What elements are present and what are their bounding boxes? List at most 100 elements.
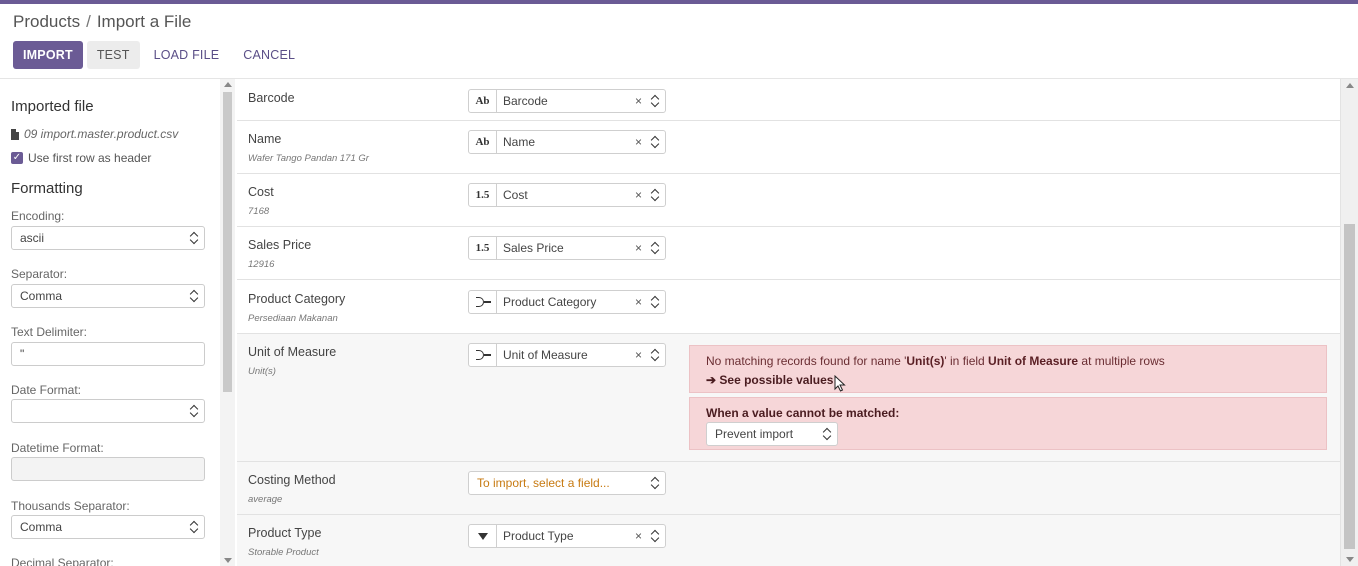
sidebar-scrollbar[interactable] bbox=[220, 79, 235, 566]
mapped-field: Unit of Measure bbox=[503, 348, 588, 362]
field-mapping-select[interactable]: Ab Name × bbox=[468, 130, 666, 154]
field-mapping-select[interactable]: To import, select a field... bbox=[468, 471, 666, 495]
select-arrows-icon bbox=[190, 404, 198, 418]
select-arrows-icon bbox=[190, 520, 198, 534]
alert-text: No matching records found for name ' bbox=[706, 354, 907, 368]
column-sample: average bbox=[248, 494, 283, 505]
alert-message: No matching records found for name 'Unit… bbox=[706, 354, 1165, 368]
relation-icon bbox=[475, 350, 491, 360]
alert-field: Unit of Measure bbox=[988, 354, 1079, 368]
datetime-format-input[interactable] bbox=[11, 457, 205, 481]
text-delimiter-label: Text Delimiter: bbox=[11, 325, 88, 339]
breadcrumb-parent-link[interactable]: Products bbox=[13, 12, 80, 31]
scroll-up-icon[interactable] bbox=[1346, 83, 1354, 88]
column-name: Product Type bbox=[248, 526, 322, 540]
no-match-alert: No matching records found for name 'Unit… bbox=[689, 345, 1327, 393]
mapped-field-placeholder: To import, select a field... bbox=[477, 476, 610, 490]
test-button[interactable]: TEST bbox=[86, 41, 140, 69]
text-delimiter-input[interactable]: " bbox=[11, 342, 205, 366]
clear-icon[interactable]: × bbox=[635, 184, 642, 206]
table-row: Barcode Ab Barcode × bbox=[237, 79, 1340, 121]
separator-select[interactable]: Comma bbox=[11, 284, 205, 308]
see-possible-values-link[interactable]: ➔ See possible values bbox=[706, 373, 833, 387]
column-name: Costing Method bbox=[248, 473, 336, 487]
selection-type-icon bbox=[469, 525, 497, 547]
text-type-icon: Ab bbox=[469, 131, 497, 153]
datetime-format-label: Datetime Format: bbox=[11, 441, 104, 455]
column-name: Name bbox=[248, 132, 282, 146]
relation-type-icon bbox=[469, 291, 497, 313]
clear-icon[interactable]: × bbox=[635, 90, 642, 112]
arrow-right-icon: ➔ bbox=[706, 373, 717, 387]
field-mapping-select[interactable]: 1.5 Sales Price × bbox=[468, 236, 666, 260]
date-format-label: Date Format: bbox=[11, 383, 82, 397]
field-mapping-select[interactable]: Product Category × bbox=[468, 290, 666, 314]
mapped-field: Product Type bbox=[503, 529, 574, 543]
cancel-button[interactable]: CANCEL bbox=[233, 41, 305, 69]
breadcrumb-current: Import a File bbox=[96, 12, 192, 31]
scroll-up-icon[interactable] bbox=[224, 82, 232, 87]
clear-icon[interactable]: × bbox=[635, 131, 642, 153]
select-arrows-icon bbox=[651, 476, 659, 490]
column-sample: Storable Product bbox=[248, 547, 319, 558]
encoding-label: Encoding: bbox=[11, 209, 65, 223]
sidebar-scroll-thumb[interactable] bbox=[223, 92, 232, 392]
import-button[interactable]: IMPORT bbox=[13, 41, 83, 69]
main-scroll-thumb[interactable] bbox=[1344, 224, 1355, 549]
number-type-icon: 1.5 bbox=[469, 184, 497, 206]
column-sample: Persediaan Makanan bbox=[248, 313, 338, 324]
breadcrumb: Products / Import a File bbox=[13, 12, 191, 32]
field-mapping-select[interactable]: Product Type × bbox=[468, 524, 666, 548]
field-mapping-select[interactable]: 1.5 Cost × bbox=[468, 183, 666, 207]
table-row: Name Wafer Tango Pandan 171 Gr Ab Name × bbox=[237, 121, 1340, 174]
alert-text: ' in field bbox=[944, 354, 989, 368]
clear-icon[interactable]: × bbox=[635, 525, 642, 547]
table-row: Cost 7168 1.5 Cost × bbox=[237, 174, 1340, 227]
mapped-field: Name bbox=[503, 135, 536, 149]
unmatched-label: When a value cannot be matched: bbox=[706, 406, 900, 420]
filename-text: 09 import.master.product.csv bbox=[24, 127, 179, 141]
field-mapping-select[interactable]: Ab Barcode × bbox=[468, 89, 666, 113]
encoding-value: ascii bbox=[20, 231, 45, 245]
clear-icon[interactable]: × bbox=[635, 344, 642, 366]
unmatched-action-value: Prevent import bbox=[715, 427, 794, 441]
main-scrollbar[interactable] bbox=[1340, 79, 1358, 566]
thousands-separator-select[interactable]: Comma bbox=[11, 515, 205, 539]
load-file-button[interactable]: LOAD FILE bbox=[144, 41, 230, 69]
mouse-cursor-icon bbox=[834, 375, 846, 392]
toolbar: IMPORT TEST LOAD FILE CANCEL bbox=[13, 41, 305, 69]
use-first-row-checkbox[interactable]: ✓ bbox=[11, 152, 23, 164]
date-format-select[interactable] bbox=[11, 399, 205, 423]
scroll-down-icon[interactable] bbox=[224, 558, 232, 563]
field-mapping-select[interactable]: Unit of Measure × bbox=[468, 343, 666, 367]
text-delimiter-value: " bbox=[20, 347, 25, 361]
column-name: Product Category bbox=[248, 292, 346, 306]
column-name: Cost bbox=[248, 185, 274, 199]
scroll-down-icon[interactable] bbox=[1346, 557, 1354, 562]
select-arrows-icon bbox=[190, 231, 198, 245]
imported-file-heading: Imported file bbox=[11, 98, 94, 115]
relation-type-icon bbox=[469, 344, 497, 366]
select-arrows-icon bbox=[823, 427, 831, 441]
unmatched-action-select[interactable]: Prevent import bbox=[706, 422, 838, 446]
breadcrumb-separator: / bbox=[86, 12, 91, 31]
separator-label: Separator: bbox=[11, 267, 68, 281]
mapped-field: Barcode bbox=[503, 94, 548, 108]
column-sample: Wafer Tango Pandan 171 Gr bbox=[248, 153, 369, 164]
separator-value: Comma bbox=[20, 289, 63, 303]
select-arrows-icon bbox=[651, 241, 659, 255]
alert-value: Unit(s) bbox=[906, 354, 945, 368]
alert-text: at multiple rows bbox=[1078, 354, 1165, 368]
column-sample: Unit(s) bbox=[248, 366, 276, 377]
encoding-select[interactable]: ascii bbox=[11, 226, 205, 250]
mapped-field: Product Category bbox=[503, 295, 597, 309]
use-first-row-label: Use first row as header bbox=[28, 151, 152, 165]
select-arrows-icon bbox=[190, 289, 198, 303]
use-first-row-option[interactable]: ✓ Use first row as header bbox=[11, 151, 151, 165]
clear-icon[interactable]: × bbox=[635, 291, 642, 313]
unmatched-value-panel: When a value cannot be matched: Prevent … bbox=[689, 397, 1327, 450]
clear-icon[interactable]: × bbox=[635, 237, 642, 259]
imported-filename: 09 import.master.product.csv bbox=[11, 127, 178, 141]
select-arrows-icon bbox=[651, 348, 659, 362]
column-sample: 12916 bbox=[248, 259, 275, 270]
